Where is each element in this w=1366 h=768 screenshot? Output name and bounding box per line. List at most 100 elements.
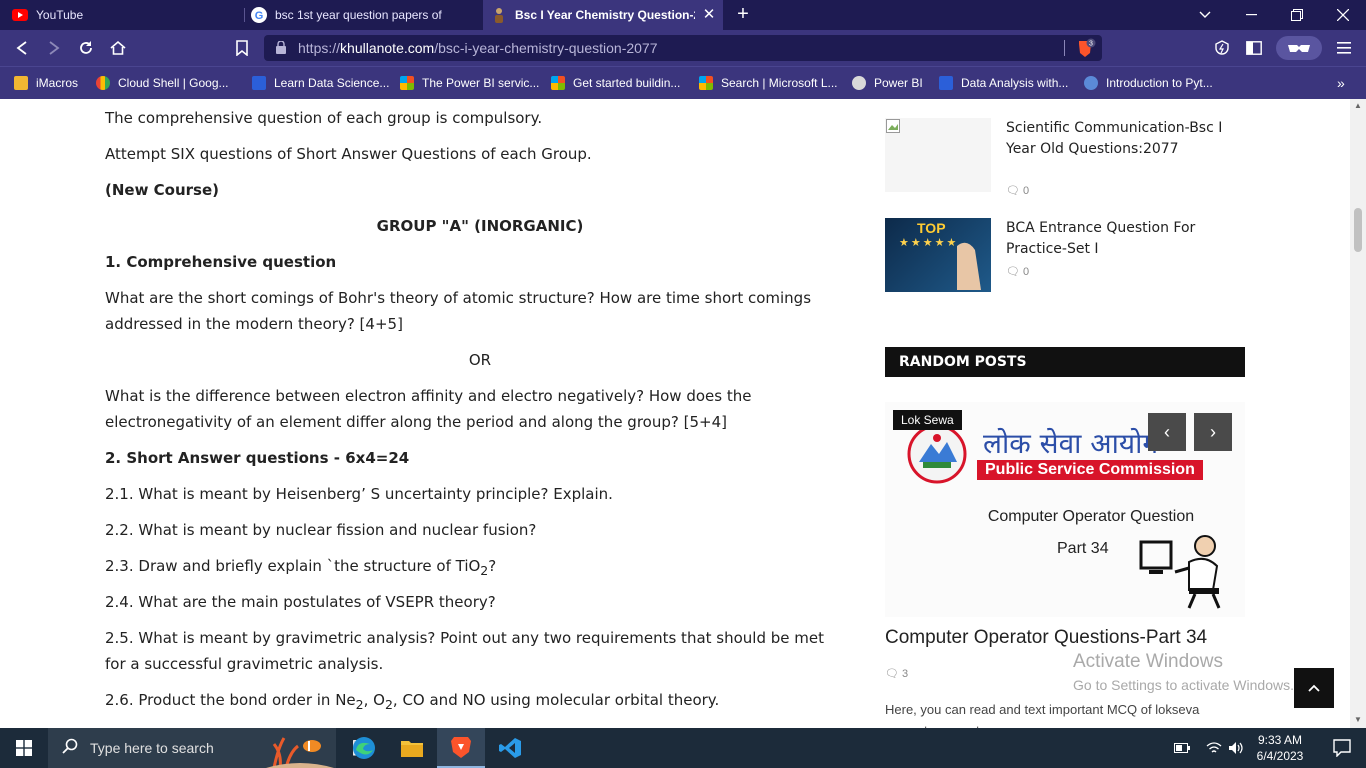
slide-text: Part 34: [1057, 540, 1109, 557]
question-text: 2.5. What is meant by gravimetric analys…: [105, 629, 824, 673]
random-posts-heading: RANDOM POSTS: [885, 347, 1245, 377]
home-button[interactable]: [106, 36, 130, 60]
close-tab-icon[interactable]: ✕: [701, 7, 717, 23]
random-post-title[interactable]: Computer Operator Questions-Part 34: [885, 627, 1207, 649]
folder-icon: [14, 76, 28, 90]
edge-app[interactable]: [340, 728, 388, 768]
post-thumbnail[interactable]: TOP ★★★★★: [885, 218, 991, 292]
battery-icon[interactable]: [1170, 728, 1194, 768]
restore-button[interactable]: [1274, 0, 1320, 30]
question-heading: 2. Short Answer questions - 6x4=24: [105, 449, 410, 467]
comment-icon: 🗨: [885, 668, 899, 680]
random-post-slide[interactable]: Lok Sewa लोक सेवा आयोग Public Service Co…: [885, 402, 1245, 617]
slide-text: Computer Operator Question: [987, 508, 1195, 525]
question-heading: 1. Comprehensive question: [105, 253, 337, 271]
microsoft-icon: [400, 76, 414, 90]
computer-operator-icon: [1139, 535, 1221, 609]
navigation-bar: https://khullanote.com/bsc-i-year-chemis…: [0, 30, 1366, 66]
next-slide-button[interactable]: ›: [1194, 413, 1232, 451]
url-divider: [1064, 40, 1065, 56]
slide-banner: Public Service Commission: [977, 460, 1203, 480]
datacamp-icon: [939, 76, 953, 90]
bookmark-search-microsoft[interactable]: Search | Microsoft L...: [699, 74, 838, 92]
brave-shields-icon[interactable]: 3: [1076, 38, 1096, 63]
khullanote-icon: [491, 7, 507, 23]
tab-list-chevron-icon[interactable]: [1182, 0, 1228, 30]
bookmark-intro-python[interactable]: Introduction to Pyt...: [1084, 74, 1213, 92]
category-badge[interactable]: Lok Sewa: [893, 410, 962, 430]
scrollbar[interactable]: ▲ ▼: [1350, 99, 1366, 728]
question-text: What are the short comings of Bohr's the…: [105, 289, 812, 333]
microsoft-icon: [551, 76, 565, 90]
bookmark-cloud-shell[interactable]: Cloud Shell | Goog...: [96, 74, 229, 92]
scroll-up-icon[interactable]: ▲: [1354, 101, 1362, 110]
bookmark-learn-data-science[interactable]: Learn Data Science...: [252, 74, 389, 92]
wifi-icon[interactable]: [1202, 728, 1226, 768]
group-heading: GROUP "A" (INORGANIC): [376, 217, 584, 235]
or-separator: OR: [468, 351, 492, 369]
minimize-button[interactable]: [1228, 0, 1274, 30]
coral-reef-icon: [266, 737, 334, 768]
new-tab-button[interactable]: +: [732, 4, 754, 26]
start-button[interactable]: [0, 728, 48, 768]
comment-icon: 🗨: [1006, 185, 1020, 197]
notification-icon[interactable]: [1318, 728, 1366, 768]
slide-heading-nepali: लोक सेवा आयोग: [983, 427, 1159, 460]
activate-windows-watermark: Activate Windows Go to Settings to activ…: [1073, 651, 1294, 693]
private-window-icon[interactable]: [1276, 36, 1322, 60]
question-text: 2.2. What is meant by nuclear fission an…: [105, 521, 537, 539]
comment-count: 🗨 3: [885, 668, 909, 680]
brave-app[interactable]: [437, 728, 485, 768]
bookmark-power-bi[interactable]: Power BI: [852, 74, 923, 92]
volume-icon[interactable]: [1224, 728, 1248, 768]
microsoft-icon: [699, 76, 713, 90]
bookmarks-bar: iMacros Cloud Shell | Goog... Learn Data…: [0, 66, 1366, 99]
sidebar-toggle-icon[interactable]: [1242, 36, 1266, 60]
youtube-icon: [12, 7, 28, 23]
instruction-text: Attempt SIX questions of Short Answer Qu…: [105, 145, 592, 163]
taskbar: Type here to search 9:33 AM 6/4/2023: [0, 728, 1366, 768]
reload-button[interactable]: [74, 36, 98, 60]
prev-slide-button[interactable]: ‹: [1148, 413, 1186, 451]
more-bookmarks-button[interactable]: »: [1337, 74, 1345, 92]
web-page: The comprehensive question of each group…: [0, 99, 1350, 728]
rewards-icon[interactable]: [1210, 36, 1234, 60]
google-icon: G: [251, 7, 267, 23]
nepal-emblem-icon: [907, 424, 967, 484]
tab-title: bsc 1st year question papers of exam 2: [275, 8, 445, 22]
taskbar-search-box[interactable]: Type here to search: [48, 728, 336, 768]
random-post-excerpt: Here, you can read and text important MC…: [885, 702, 1200, 728]
menu-icon[interactable]: [1332, 36, 1356, 60]
vscode-app[interactable]: [486, 728, 534, 768]
scroll-to-top-button[interactable]: [1294, 668, 1334, 708]
tab-khullanote[interactable]: Bsc I Year Chemistry Question-2077 ✕: [483, 0, 723, 30]
course-label: (New Course): [105, 181, 220, 199]
bookmark-data-analysis[interactable]: Data Analysis with...: [939, 74, 1068, 92]
search-icon: [62, 738, 78, 759]
question-text: 2.6. Product the bond order in Ne2, O2, …: [105, 691, 720, 712]
scrollbar-thumb[interactable]: [1354, 208, 1362, 252]
globe-icon: [852, 76, 866, 90]
forward-button[interactable]: [42, 36, 66, 60]
post-title[interactable]: Scientific Communication-Bsc I Year Old …: [1006, 118, 1245, 160]
question-text: 2.4. What are the main postulates of VSE…: [105, 593, 496, 611]
system-clock[interactable]: 9:33 AM 6/4/2023: [1255, 732, 1305, 764]
address-bar[interactable]: https://khullanote.com/bsc-i-year-chemis…: [264, 35, 1102, 61]
post-thumbnail[interactable]: [885, 118, 991, 192]
bookmark-get-started[interactable]: Get started buildin...: [551, 74, 680, 92]
lock-icon: [276, 40, 286, 59]
url-text[interactable]: https://khullanote.com/bsc-i-year-chemis…: [298, 40, 658, 56]
scroll-down-icon[interactable]: ▼: [1354, 715, 1362, 724]
bookmark-imacros[interactable]: iMacros: [14, 74, 78, 92]
bookmark-power-bi-service[interactable]: The Power BI servic...: [400, 74, 539, 92]
post-title[interactable]: BCA Entrance Question For Practice-Set I: [1006, 218, 1245, 260]
instruction-text: The comprehensive question of each group…: [105, 109, 543, 127]
tab-youtube[interactable]: YouTube: [0, 0, 244, 30]
tab-google-search[interactable]: G bsc 1st year question papers of exam 2: [245, 0, 482, 30]
question-text: What is the difference between electron …: [105, 387, 752, 431]
file-explorer-app[interactable]: [388, 728, 436, 768]
close-window-button[interactable]: [1320, 0, 1366, 30]
back-button[interactable]: [10, 36, 34, 60]
bookmark-icon[interactable]: [230, 36, 254, 60]
question-text: 2.3. Draw and briefly explain `the struc…: [105, 557, 497, 578]
